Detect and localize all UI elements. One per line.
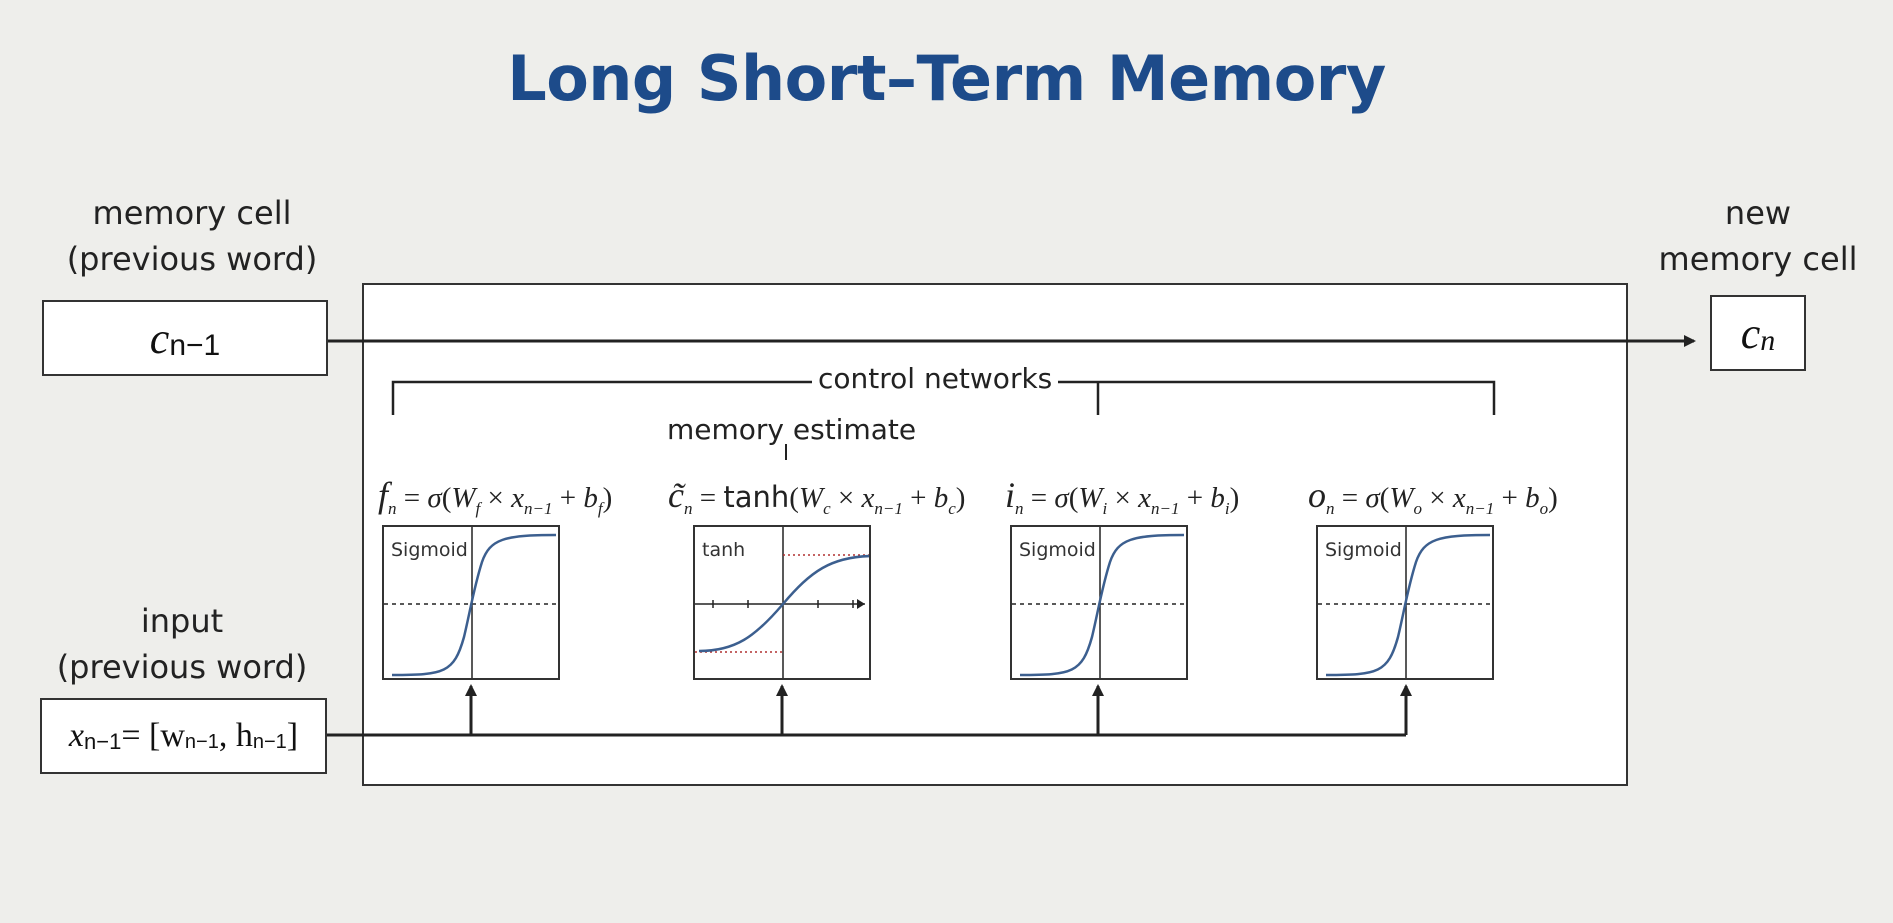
- connection-lines: [326, 335, 1696, 737]
- weight: W: [1389, 482, 1414, 514]
- eq-sign: =: [692, 482, 724, 514]
- candidate-var: c̃: [668, 475, 684, 515]
- input-rhs-sub1: n−1: [184, 730, 219, 753]
- prev-cell-subscript: n−1: [169, 329, 221, 362]
- eq-sign: =: [396, 482, 428, 514]
- input-rhs: = [w: [121, 717, 185, 754]
- paren-close: ): [1229, 482, 1240, 514]
- plus: +: [1179, 482, 1211, 514]
- forget-gate-plot: Sigmoid: [382, 525, 560, 680]
- bias: b: [1210, 482, 1225, 514]
- candidate-plot: tanh: [693, 525, 871, 680]
- output-gate-var: o: [1308, 475, 1326, 515]
- x-sub: n−1: [874, 498, 903, 518]
- input-rhs-sub2: n−1: [252, 730, 287, 753]
- output-gate-plot: Sigmoid: [1316, 525, 1494, 680]
- paren-open: (: [1379, 482, 1390, 514]
- prev-memory-cell-box: c n−1: [42, 300, 328, 376]
- paren-open: (: [1068, 482, 1079, 514]
- paren-open: (: [441, 482, 452, 514]
- prev-cell-symbol: c: [149, 313, 170, 363]
- input-gate-plot: Sigmoid: [1010, 525, 1188, 680]
- weight: W: [798, 482, 824, 514]
- input-box: x n−1 = [w n−1, h n−1]: [40, 698, 327, 774]
- candidate-bias-sub: c: [948, 498, 956, 518]
- x-sub: n−1: [1151, 498, 1180, 518]
- weight: W: [451, 482, 476, 514]
- candidate-equation: c̃n = tanh(Wc × xn−1 + bc): [668, 474, 965, 519]
- x-sub: n−1: [1465, 498, 1495, 518]
- new-cell-symbol: c: [1740, 308, 1761, 358]
- bias: b: [933, 482, 949, 514]
- x-var: x: [511, 482, 524, 514]
- weight: W: [1078, 482, 1103, 514]
- bias: b: [1525, 482, 1540, 514]
- plus: +: [1494, 482, 1526, 514]
- output-gate-weight-sub: o: [1413, 498, 1423, 518]
- plus: +: [552, 482, 584, 514]
- control-networks-label: control networks: [812, 362, 1059, 395]
- forget-gate-equation: fn = σ(Wf × xn−1 + bf): [378, 474, 612, 519]
- input-gate-func: σ: [1054, 482, 1069, 514]
- paren-close: ): [1548, 482, 1558, 514]
- eq-sign: =: [1334, 482, 1366, 514]
- x-var: x: [861, 482, 875, 514]
- new-memory-cell-box: cn: [1710, 295, 1806, 371]
- candidate-func: tanh: [723, 480, 790, 514]
- input-symbol: x: [68, 717, 84, 754]
- forget-n: n: [388, 498, 397, 518]
- new-cell-subscript: n: [1760, 324, 1776, 357]
- paren-close: ): [955, 482, 966, 514]
- output-gate-func: σ: [1365, 482, 1380, 514]
- forget-var: f: [378, 475, 389, 515]
- times: ×: [830, 482, 862, 514]
- forget-plot-label: Sigmoid: [391, 539, 468, 561]
- bias: b: [583, 482, 598, 514]
- times: ×: [1107, 482, 1139, 514]
- paren-open: (: [789, 482, 799, 514]
- output-gate-plot-label: Sigmoid: [1325, 539, 1402, 561]
- paren-close: ): [602, 482, 613, 514]
- input-gate-equation: in = σ(Wi × xn−1 + bi): [1005, 474, 1239, 519]
- plus: +: [902, 482, 934, 514]
- times: ×: [480, 482, 512, 514]
- output-gate-bias-sub: o: [1539, 498, 1549, 518]
- x-var: x: [1452, 482, 1466, 514]
- forget-func: σ: [427, 482, 442, 514]
- input-gate-n: n: [1015, 498, 1024, 518]
- input-subscript: n−1: [84, 729, 122, 754]
- input-rhs-end: ]: [286, 717, 299, 754]
- x-sub: n−1: [524, 498, 553, 518]
- x-var: x: [1138, 482, 1151, 514]
- candidate-plot-label: tanh: [702, 539, 746, 561]
- times: ×: [1422, 482, 1453, 514]
- output-gate-equation: on = σ(Wo × xn−1 + bo): [1308, 474, 1558, 519]
- candidate-weight-sub: c: [823, 498, 831, 518]
- input-gate-plot-label: Sigmoid: [1019, 539, 1096, 561]
- input-gate-var: i: [1005, 475, 1016, 515]
- eq-sign: =: [1023, 482, 1055, 514]
- memory-estimate-label: memory estimate: [667, 413, 917, 446]
- output-gate-n: n: [1326, 498, 1335, 518]
- input-rhs-mid: , h: [218, 717, 253, 754]
